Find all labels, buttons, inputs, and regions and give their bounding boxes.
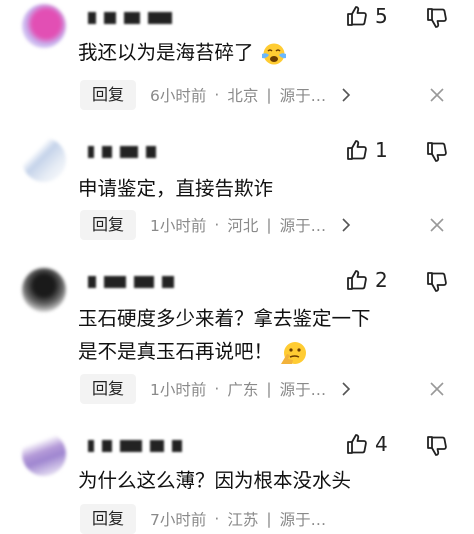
separator-dot: · bbox=[214, 86, 220, 104]
comment-text-line: 玉石硬度多少来着？拿去鉴定一下 bbox=[78, 307, 371, 330]
comment-text: 玉石硬度多少来着？拿去鉴定一下 是不是真玉石再说吧！ bbox=[78, 302, 458, 368]
separator-bar: | bbox=[266, 216, 272, 234]
avatar[interactable] bbox=[22, 4, 66, 48]
source-link[interactable]: 源于… bbox=[280, 508, 327, 530]
source-link[interactable]: 源于… bbox=[280, 378, 327, 400]
like-count: 4 bbox=[375, 432, 388, 456]
thumbs-down-icon bbox=[427, 142, 447, 162]
like-button[interactable]: 4 bbox=[345, 432, 389, 456]
timestamp: 1小时前 bbox=[150, 381, 207, 399]
location: 北京 bbox=[227, 87, 259, 105]
reply-button[interactable]: 回复 bbox=[80, 504, 137, 534]
chevron-right-icon[interactable] bbox=[340, 382, 352, 396]
reply-button[interactable]: 回复 bbox=[80, 210, 137, 240]
username-blurred[interactable] bbox=[88, 144, 156, 160]
close-icon[interactable] bbox=[430, 88, 444, 102]
thumbs-down-icon bbox=[427, 8, 447, 28]
comment-text: 为什么这么薄？因为根本没水头 bbox=[78, 469, 352, 492]
separator-bar: | bbox=[266, 86, 272, 104]
comment-meta: 回复 6小时前 · 北京 | 源于… bbox=[80, 80, 352, 110]
like-button[interactable]: 5 bbox=[345, 4, 389, 28]
like-count: 2 bbox=[375, 268, 388, 292]
comment-meta: 回复 1小时前 · 河北 | 源于… bbox=[80, 210, 352, 240]
chevron-right-icon[interactable] bbox=[340, 88, 352, 102]
timestamp: 7小时前 bbox=[150, 511, 207, 529]
thumbs-up-icon bbox=[347, 140, 367, 160]
like-button[interactable]: 1 bbox=[345, 138, 389, 162]
avatar[interactable] bbox=[22, 432, 66, 476]
comment-text: 我还以为是海苔碎了 bbox=[78, 36, 458, 69]
thumbs-down-icon bbox=[427, 272, 447, 292]
thumbs-down-icon bbox=[427, 436, 447, 456]
username-blurred[interactable] bbox=[88, 10, 172, 26]
location: 河北 bbox=[227, 217, 259, 235]
separator-dot: · bbox=[214, 380, 220, 398]
reply-button[interactable]: 回复 bbox=[80, 374, 137, 404]
dislike-button[interactable] bbox=[425, 6, 449, 34]
thumbs-up-icon bbox=[347, 434, 367, 454]
separator-bar: | bbox=[266, 510, 272, 528]
avatar[interactable] bbox=[22, 268, 66, 312]
avatar[interactable] bbox=[22, 138, 66, 182]
comment-text: 申请鉴定，直接告欺诈 bbox=[78, 177, 274, 200]
comment-meta: 回复 1小时前 · 广东 | 源于… bbox=[80, 374, 352, 404]
location: 广东 bbox=[227, 381, 259, 399]
thumbs-up-icon bbox=[347, 270, 367, 290]
reply-button[interactable]: 回复 bbox=[80, 80, 137, 110]
separator-bar: | bbox=[266, 380, 272, 398]
comment-text-line: 是不是真玉石再说吧！ bbox=[78, 335, 458, 368]
like-button[interactable]: 2 bbox=[345, 268, 389, 292]
close-icon[interactable] bbox=[430, 218, 444, 232]
dislike-button[interactable] bbox=[425, 270, 449, 298]
dislike-button[interactable] bbox=[425, 140, 449, 168]
like-count: 1 bbox=[375, 138, 388, 162]
location: 江苏 bbox=[227, 511, 259, 529]
source-link[interactable]: 源于… bbox=[280, 84, 327, 106]
username-blurred[interactable] bbox=[88, 438, 182, 454]
timestamp: 6小时前 bbox=[150, 87, 207, 105]
comment-meta: 回复 7小时前 · 江苏 | 源于… bbox=[80, 504, 326, 534]
chevron-right-icon[interactable] bbox=[340, 218, 352, 232]
username-blurred[interactable] bbox=[88, 274, 174, 290]
timestamp: 1小时前 bbox=[150, 217, 207, 235]
separator-dot: · bbox=[214, 216, 220, 234]
thumbs-up-icon bbox=[347, 6, 367, 26]
crying-face-icon bbox=[261, 43, 286, 64]
like-count: 5 bbox=[375, 4, 388, 28]
source-link[interactable]: 源于… bbox=[280, 214, 327, 236]
dislike-button[interactable] bbox=[425, 434, 449, 462]
close-icon[interactable] bbox=[430, 382, 444, 396]
separator-dot: · bbox=[214, 510, 220, 528]
thinking-face-icon bbox=[281, 341, 307, 364]
